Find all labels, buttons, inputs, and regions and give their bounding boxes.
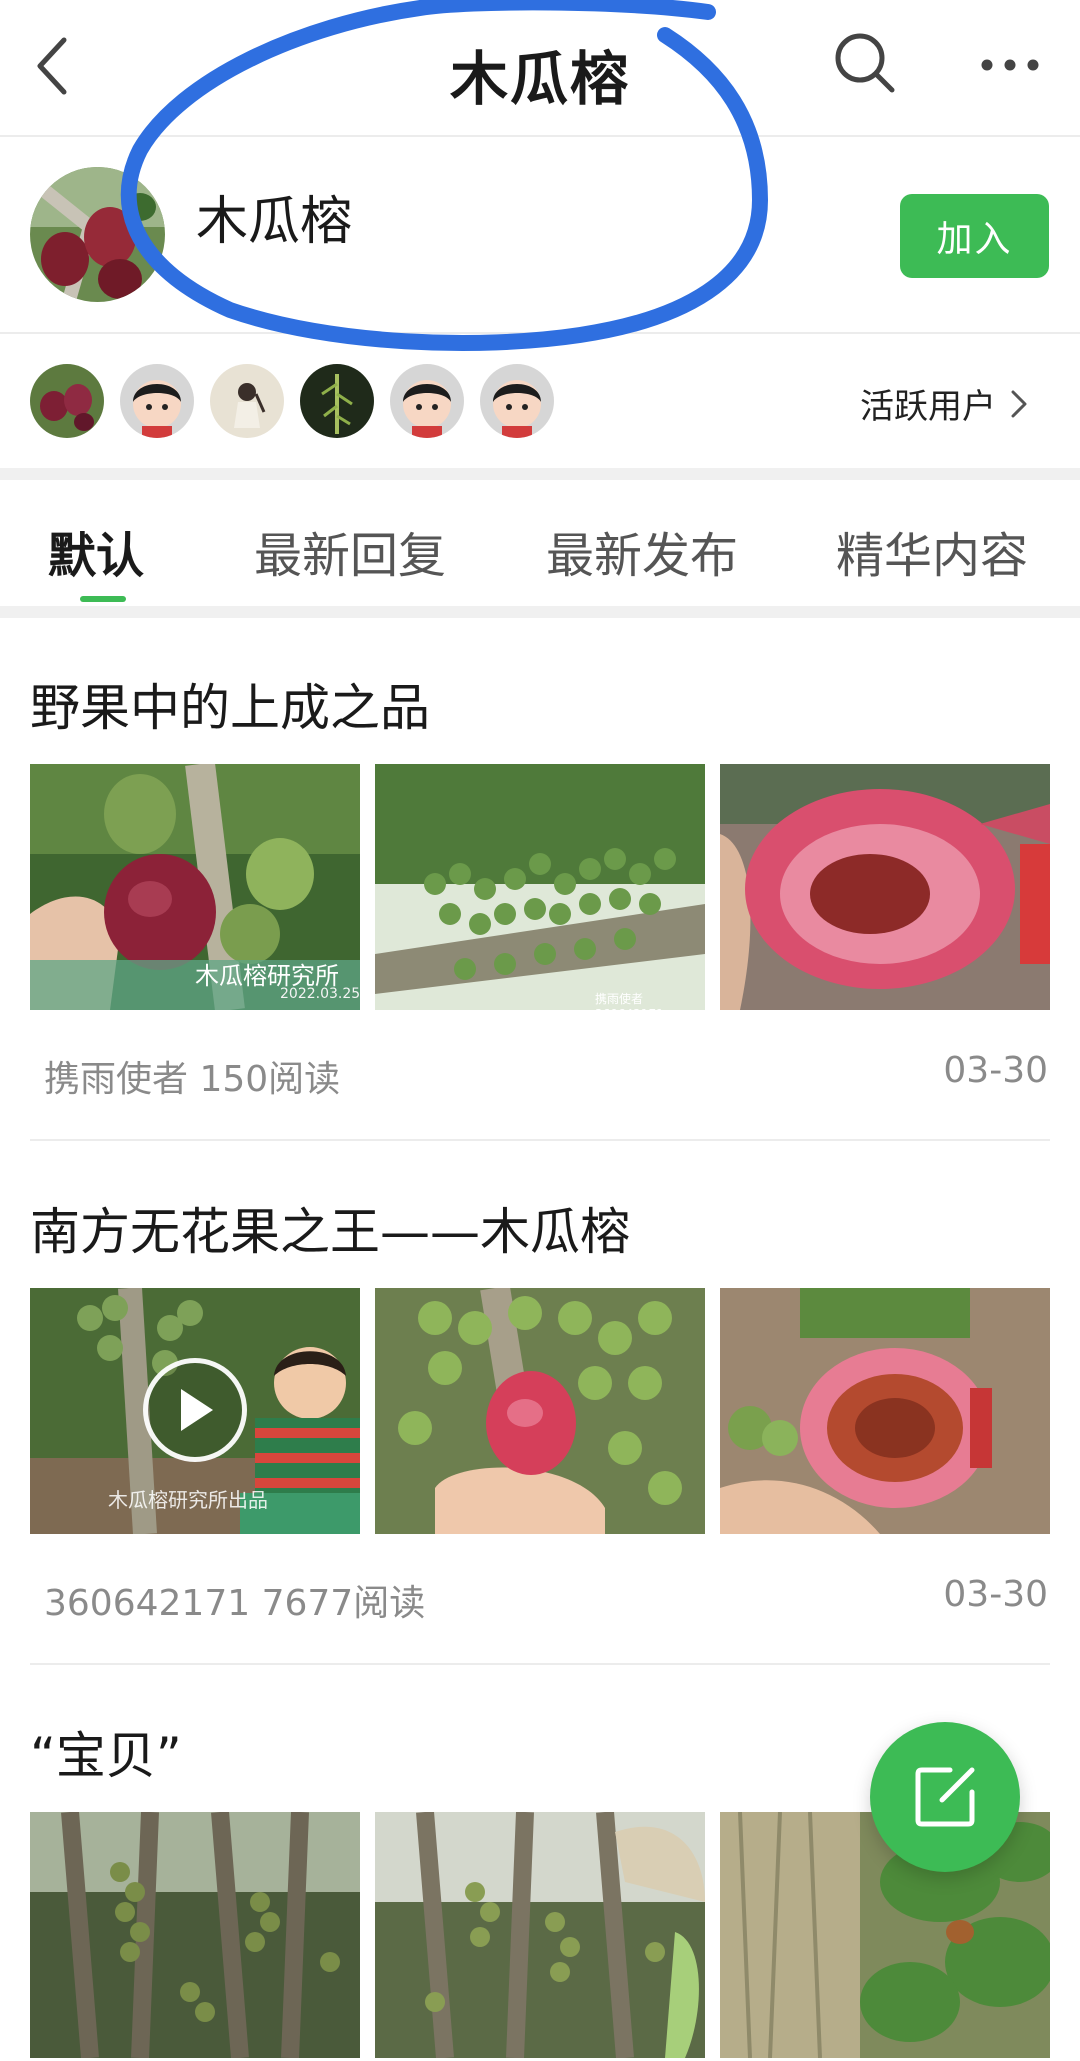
post-image[interactable] <box>30 1812 360 2058</box>
tab-featured[interactable]: 精华内容 <box>836 516 1028 586</box>
tab-latest-reply[interactable]: 最新回复 <box>254 516 446 586</box>
section-separator <box>0 606 1080 618</box>
image-date: 2022.03.25 <box>280 986 360 1002</box>
tab-latest-post[interactable]: 最新发布 <box>546 516 738 586</box>
user-avatar[interactable] <box>120 364 194 438</box>
top-bar: 木瓜榕 <box>0 0 1080 137</box>
user-avatar[interactable] <box>300 364 374 438</box>
group-avatar[interactable] <box>30 167 165 302</box>
chevron-right-icon <box>1011 390 1027 417</box>
more-button[interactable] <box>975 50 1045 80</box>
group-header: 木瓜榕 加入 <box>0 137 1080 334</box>
user-avatar[interactable] <box>30 364 104 438</box>
post-date: 03-30 <box>943 1574 1048 1615</box>
post-meta: 360642171 7677阅读 <box>44 1583 426 1624</box>
search-button[interactable] <box>830 28 902 100</box>
post-image[interactable]: 木瓜榕研究所 2022.03.25 <box>30 764 360 1010</box>
compose-button[interactable] <box>870 1722 1020 1872</box>
user-avatar[interactable] <box>480 364 554 438</box>
post-image[interactable]: 携雨使者360642171 <box>375 764 705 1010</box>
post-date: 03-30 <box>943 1050 1048 1091</box>
section-separator <box>0 468 1080 480</box>
post-image[interactable] <box>720 764 1050 1010</box>
tab-active-indicator <box>80 596 126 602</box>
post-divider <box>30 1663 1050 1665</box>
page-title: 木瓜榕 <box>449 45 630 113</box>
image-watermark: 木瓜榕研究所出品 <box>108 1488 268 1512</box>
image-watermark: 携雨使者360642171 <box>595 992 664 1010</box>
search-icon <box>835 33 895 93</box>
user-avatar[interactable] <box>210 364 284 438</box>
post-divider <box>30 1139 1050 1141</box>
post-title: 野果中的上成之品 <box>30 679 430 737</box>
user-avatar[interactable] <box>390 364 464 438</box>
post-image[interactable] <box>720 1288 1050 1534</box>
post-title: “宝贝” <box>30 1727 182 1785</box>
post-image[interactable] <box>375 1812 705 2058</box>
active-users-row[interactable]: 活跃用户 <box>0 334 1080 468</box>
play-icon <box>181 1389 213 1431</box>
compose-icon <box>915 1767 975 1827</box>
join-button[interactable]: 加入 <box>900 194 1049 278</box>
post-video-thumbnail[interactable]: 木瓜榕研究所出品 <box>30 1288 360 1534</box>
app-screen: 木瓜榕 木瓜榕 加入 活跃用户 默认 最新回复 最新发布 精华内容 野果中的上成… <box>0 0 1080 2061</box>
active-users-label: 活跃用户 <box>860 387 996 427</box>
tab-bar: 默认 最新回复 最新发布 精华内容 <box>0 480 1080 606</box>
play-button[interactable] <box>143 1358 247 1462</box>
post-title: 南方无花果之王——木瓜榕 <box>30 1203 630 1261</box>
post-image[interactable] <box>720 1812 1050 2058</box>
more-horizontal-icon <box>981 59 1039 71</box>
post-meta: 携雨使者 150阅读 <box>44 1059 341 1100</box>
tab-default[interactable]: 默认 <box>48 516 144 586</box>
post-image[interactable] <box>375 1288 705 1534</box>
group-name: 木瓜榕 <box>196 192 353 252</box>
active-users-link[interactable]: 活跃用户 <box>860 379 1028 428</box>
